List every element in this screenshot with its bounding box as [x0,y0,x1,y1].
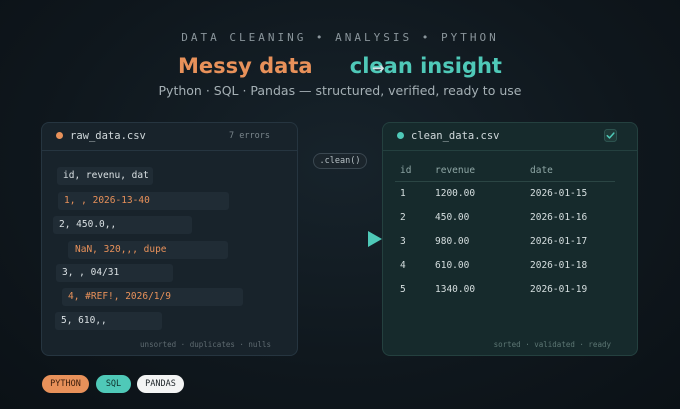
raw-filename: raw_data.csv [70,130,146,142]
raw-row: id, revenu, dat [57,167,153,185]
table-cell: 2 [400,211,406,223]
table-cell: 3 [400,235,406,247]
table-cell: 1 [400,187,406,199]
raw-footer-note: unsorted · duplicates · nulls [140,340,271,349]
table-cell: 2026-01-18 [530,259,588,271]
status-dot-icon [56,132,63,139]
tag-sql: SQL [96,375,131,393]
table-row: 4 610.00 2026-01-18 [395,253,615,277]
table-row: 3 980.00 2026-01-17 [395,229,615,253]
raw-row: NaN, 320,,, dupe [68,241,228,259]
tag-python: PYTHON [42,375,89,393]
table-cell: 1200.00 [435,187,476,199]
clean-panel-header: clean_data.csv [383,123,637,151]
raw-row: 1, , 2026-13-40 [58,192,229,210]
checkmark-icon [604,129,617,142]
column-header-id: id [395,161,430,182]
column-header-revenue: revenue [430,161,525,182]
clean-function-badge: .clean() [313,153,367,169]
status-dot-icon [397,132,404,139]
table-cell: 2026-01-15 [530,187,588,199]
table-row: 2 450.00 2026-01-16 [395,205,615,229]
raw-row: 2, 450.0,, [53,216,192,234]
table-cell: 450.00 [435,211,470,223]
error-count-badge: 7 errors [229,131,270,141]
clean-filename: clean_data.csv [411,130,500,142]
clean-footer-note: sorted · validated · ready [493,340,611,349]
table-cell: 4 [400,259,406,271]
arrow-icon: → [371,59,385,77]
table-cell: 2026-01-16 [530,211,588,223]
table-cell: 980.00 [435,235,470,247]
table-cell: 2026-01-17 [530,235,588,247]
clean-data-panel: clean_data.csv id revenue date 1 1200.00… [382,122,638,356]
table-cell: 5 [400,283,406,295]
headline-messy: Messy data [178,54,313,78]
headline: Messy data → clean insight [0,54,680,78]
raw-row: 5, 610,, [55,312,162,330]
kicker-text: DATA CLEANING • ANALYSIS • PYTHON [181,31,499,44]
table-row: 5 1340.00 2026-01-19 [395,277,615,301]
raw-row: 4, #REF!, 2026/1/9 [62,288,243,306]
tag-pandas: PANDAS [137,375,184,393]
raw-data-panel: raw_data.csv 7 errors id, revenu, dat 1,… [41,122,298,356]
raw-panel-header: raw_data.csv 7 errors [42,123,297,151]
table-cell: 610.00 [435,259,470,271]
raw-row: 3, , 04/31 [56,264,173,282]
play-arrow-icon [368,231,382,247]
clean-data-table: id revenue date 1 1200.00 2026-01-15 2 4… [395,161,615,301]
table-row: 1 1200.00 2026-01-15 [395,181,615,205]
table-cell: 2026-01-19 [530,283,588,295]
table-header-row: id revenue date [395,161,615,182]
table-cell: 1340.00 [435,283,476,295]
subtitle: Python · SQL · Pandas — structured, veri… [158,83,522,98]
column-header-date: date [525,161,615,182]
